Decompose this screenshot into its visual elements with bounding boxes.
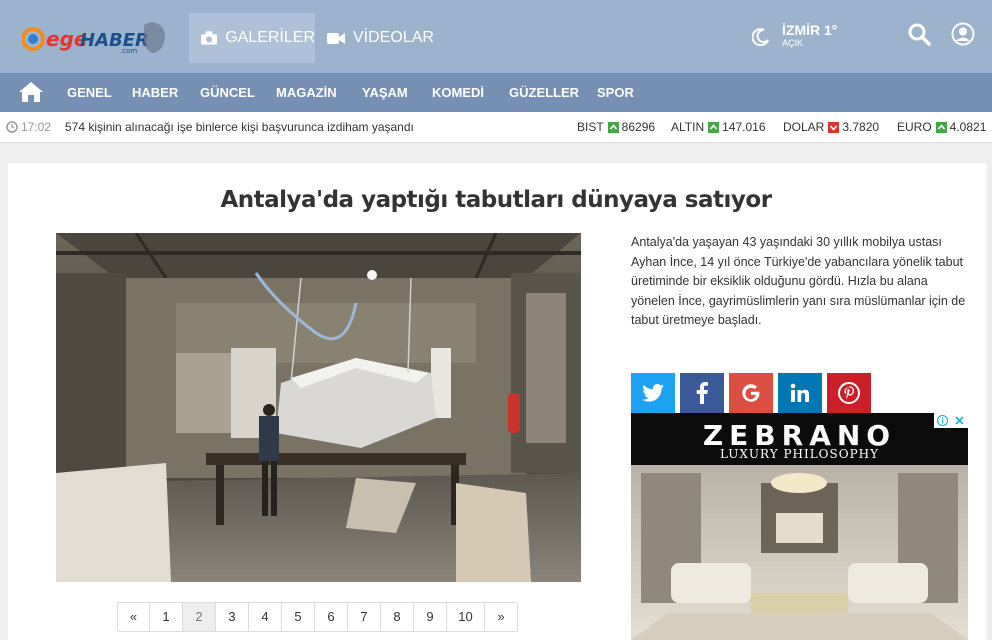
market-altin: ALTIN 147.016 <box>671 120 766 134</box>
user-account-icon[interactable] <box>951 22 977 48</box>
market-value: 3.7820 <box>842 120 880 134</box>
category-nav: GENEL HABER GÜNCEL MAGAZİN YAŞAM KOMEDİ … <box>0 73 992 112</box>
page-9[interactable]: 9 <box>414 603 447 631</box>
home-icon[interactable] <box>18 80 44 104</box>
nav-guzeller[interactable]: GÜZELLER <box>509 73 579 112</box>
google-icon <box>742 384 760 402</box>
page-next[interactable]: » <box>485 603 517 631</box>
facebook-icon <box>696 382 708 404</box>
ticker-headline[interactable]: 574 kişinin alınacağı işe binlerce kişi … <box>65 120 414 134</box>
ad-info-icon[interactable] <box>934 413 951 428</box>
tab-galeriler-label: GALERİLER <box>225 29 315 46</box>
search-icon[interactable] <box>907 22 933 48</box>
market-dolar: DOLAR 3.7820 <box>783 120 879 134</box>
market-name: BIST <box>577 120 604 134</box>
nav-yasam[interactable]: YAŞAM <box>362 73 408 112</box>
page-7[interactable]: 7 <box>348 603 381 631</box>
page-6[interactable]: 6 <box>315 603 348 631</box>
logo-com-text: .com <box>120 47 137 55</box>
market-value: 4.0821 <box>949 120 987 134</box>
advertisement-banner[interactable]: ZEBRANO LUXURY PHILOSOPHY <box>631 413 968 640</box>
clock-icon <box>6 121 18 133</box>
page-3[interactable]: 3 <box>216 603 249 631</box>
arrow-up-icon <box>607 121 619 133</box>
share-twitter-button[interactable] <box>631 373 675 413</box>
linkedin-icon <box>790 383 809 402</box>
nav-guncel[interactable]: GÜNCEL <box>200 73 255 112</box>
top-header: ege HABER .com GALERİLER VİDEOLAR İZMİR … <box>0 0 992 73</box>
nav-magazin[interactable]: MAGAZİN <box>276 73 337 112</box>
camera-icon <box>201 31 218 45</box>
page-prev[interactable]: « <box>118 603 150 631</box>
twitter-icon <box>642 384 664 402</box>
page-2-current[interactable]: 2 <box>183 603 216 631</box>
page-4[interactable]: 4 <box>249 603 282 631</box>
news-ticker: 17:02 574 kişinin alınacağı işe binlerce… <box>0 112 992 143</box>
page-1[interactable]: 1 <box>150 603 183 631</box>
market-name: DOLAR <box>783 120 825 134</box>
share-linkedin-button[interactable] <box>778 373 822 413</box>
weather-city: İZMİR 1° <box>782 22 838 38</box>
moon-weather-icon <box>752 28 769 46</box>
market-euro: EURO 4.0821 <box>897 120 986 134</box>
nav-spor[interactable]: SPOR <box>597 73 634 112</box>
pinterest-icon <box>838 382 860 404</box>
ad-tagline: LUXURY PHILOSOPHY <box>719 447 880 461</box>
nav-komedi[interactable]: KOMEDİ <box>432 73 484 112</box>
article-summary: Antalya'da yaşayan 43 yaşındaki 30 yıllı… <box>631 235 966 327</box>
market-bist: BIST 86296 <box>577 120 655 134</box>
tab-galeriler[interactable]: GALERİLER <box>189 13 315 63</box>
share-pinterest-button[interactable] <box>827 373 871 413</box>
article-photo[interactable] <box>56 233 581 582</box>
share-facebook-button[interactable] <box>680 373 724 413</box>
video-icon <box>327 32 345 44</box>
market-value: 86296 <box>621 120 656 134</box>
ticker-time-text: 17:02 <box>21 120 52 134</box>
arrow-up-icon <box>708 121 720 133</box>
weather-widget[interactable]: İZMİR 1° AÇIK <box>752 22 837 48</box>
market-name: ALTIN <box>671 120 705 134</box>
page-10[interactable]: 10 <box>447 603 485 631</box>
nav-haber[interactable]: HABER <box>132 73 178 112</box>
market-name: EURO <box>897 120 932 134</box>
share-google-button[interactable] <box>729 373 773 413</box>
page-8[interactable]: 8 <box>381 603 414 631</box>
ad-close-icon[interactable] <box>951 413 968 428</box>
pagination: « 1 2 3 4 5 6 7 8 9 10 » <box>117 602 518 632</box>
site-logo[interactable]: ege HABER .com <box>21 17 174 57</box>
nav-genel[interactable]: GENEL <box>67 73 112 112</box>
page-5[interactable]: 5 <box>282 603 315 631</box>
arrow-down-icon <box>828 121 840 133</box>
weather-condition: AÇIK <box>782 38 804 48</box>
article-title: Antalya'da yaptığı tabutları dünyaya sat… <box>220 187 772 213</box>
ticker-time: 17:02 <box>6 120 51 134</box>
tab-videolar-label: VİDEOLAR <box>353 29 434 46</box>
market-value: 147.016 <box>722 120 766 134</box>
logo-haber-text: HABER <box>80 30 149 51</box>
tab-videolar[interactable]: VİDEOLAR <box>315 13 441 63</box>
arrow-up-icon <box>935 121 947 133</box>
